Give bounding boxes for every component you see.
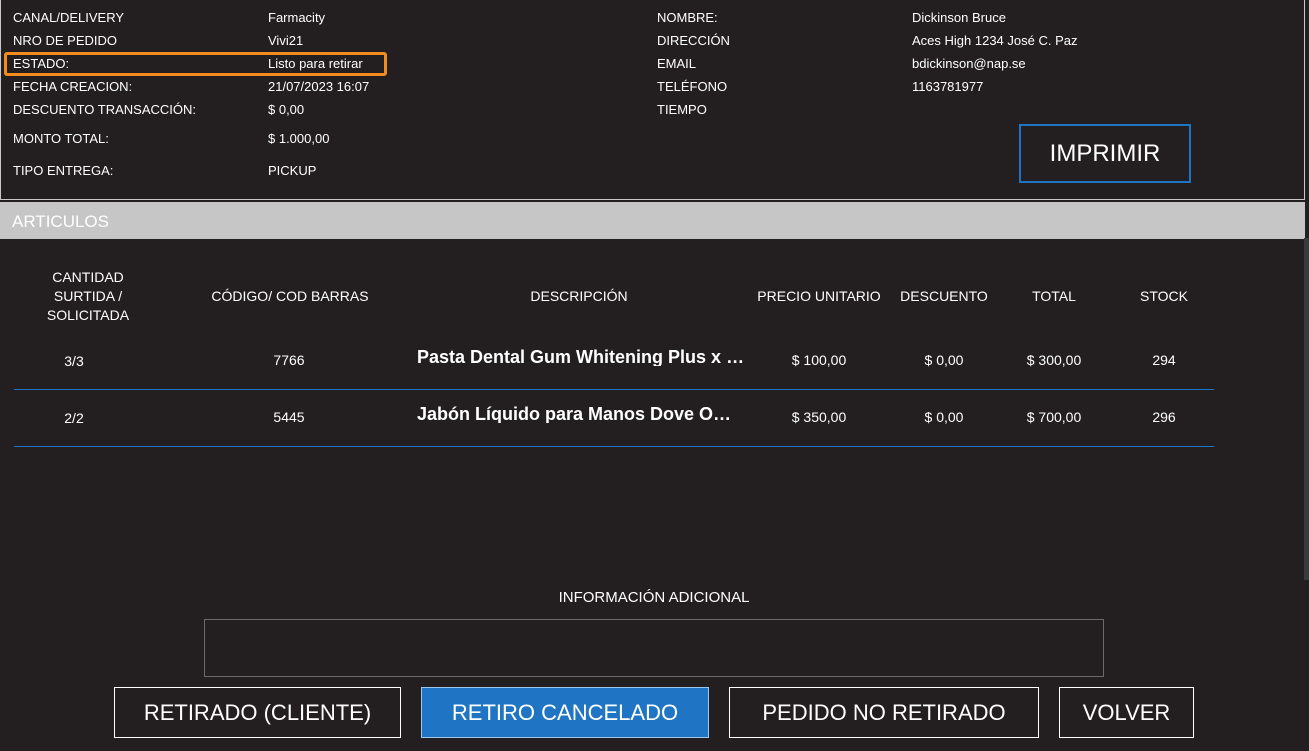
row-descripcion: Jabón Líquido para Manos Dove Original [417,405,735,423]
articulos-section-bar: ARTICULOS [0,202,1305,239]
row-stock: 296 [1152,409,1176,425]
retirado-cliente-button[interactable]: RETIRADO (CLIENTE) [114,687,401,738]
monto-total-value: $ 1.000,00 [268,131,330,146]
email-value: bdickinson@nap.se [912,56,1026,71]
header-cantidad: CANTIDAD SURTIDA / SOLICITADA [46,269,130,323]
order-header-panel: CANAL/DELIVERY Farmacity NRO DE PEDIDO V… [0,0,1305,200]
fecha-value: 21/07/2023 16:07 [268,79,370,94]
retiro-cancelado-button[interactable]: RETIRO CANCELADO [421,687,709,738]
estado-value: Listo para retirar [268,56,363,71]
telefono-label: TELÉFONO [657,79,728,94]
telefono-value: 1163781977 [912,79,984,94]
print-button[interactable]: IMPRIMIR [1019,124,1191,183]
row-stock: 294 [1152,352,1176,368]
informacion-adicional-field[interactable] [204,619,1104,677]
nombre-label: NOMBRE: [657,10,718,25]
row-cantidad: 3/3 [64,353,84,369]
descuento-transaccion-label: DESCUENTO TRANSACCIÓN: [13,102,196,117]
row-descuento: $ 0,00 [924,409,964,425]
tipo-entrega-value: PICKUP [268,163,317,178]
row-descuento: $ 0,00 [924,352,964,368]
header-precio-unitario: PRECIO UNITARIO [757,288,881,304]
direccion-value: Aces High 1234 José C. Paz [912,33,1078,48]
row-precio: $ 350,00 [791,409,847,425]
header-stock: STOCK [1140,288,1188,304]
row-cantidad: 2/2 [64,410,84,426]
header-descripcion: DESCRIPCIÓN [530,288,628,304]
canal-label: CANAL/DELIVERY [13,10,125,25]
monto-total-label: MONTO TOTAL: [13,131,109,146]
row-total: $ 700,00 [1026,409,1082,425]
pedido-label: NRO DE PEDIDO [13,33,118,48]
row-codigo: 7766 [273,352,305,368]
header-codigo: CÓDIGO/ COD BARRAS [211,288,369,304]
row-codigo: 5445 [273,409,305,425]
row-divider [14,389,1214,390]
tiempo-label: TIEMPO [657,102,707,117]
pedido-value: Vivi21 [268,33,304,48]
tipo-entrega-label: TIPO ENTREGA: [13,163,114,178]
row-divider [14,446,1214,447]
articulos-section-title: ARTICULOS [12,212,109,231]
nombre-value: Dickinson Bruce [912,10,1006,25]
descuento-transaccion-value: $ 0,00 [268,102,305,117]
direccion-label: DIRECCIÓN [657,33,730,48]
pedido-no-retirado-button[interactable]: PEDIDO NO RETIRADO [729,687,1039,738]
row-precio: $ 100,00 [791,352,847,368]
row-total: $ 300,00 [1026,352,1082,368]
scrollbar-track[interactable] [1304,238,1309,580]
estado-label: ESTADO: [13,56,70,71]
volver-button[interactable]: VOLVER [1059,687,1194,738]
canal-value: Farmacity [268,10,326,25]
row-descripcion: Pasta Dental Gum Whitening Plus x 90g [417,348,747,366]
informacion-adicional-label: INFORMACIÓN ADICIONAL [558,589,750,606]
email-label: EMAIL [657,56,697,71]
header-total: TOTAL [1032,288,1076,304]
fecha-label: FECHA CREACION: [13,79,133,94]
header-descuento: DESCUENTO [900,288,988,304]
